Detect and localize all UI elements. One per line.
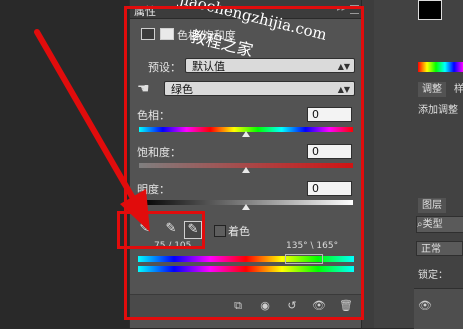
red-arrow-shaft (34, 29, 137, 203)
red-arrow-head (120, 189, 150, 232)
red-arrow-overlay (34, 29, 150, 232)
